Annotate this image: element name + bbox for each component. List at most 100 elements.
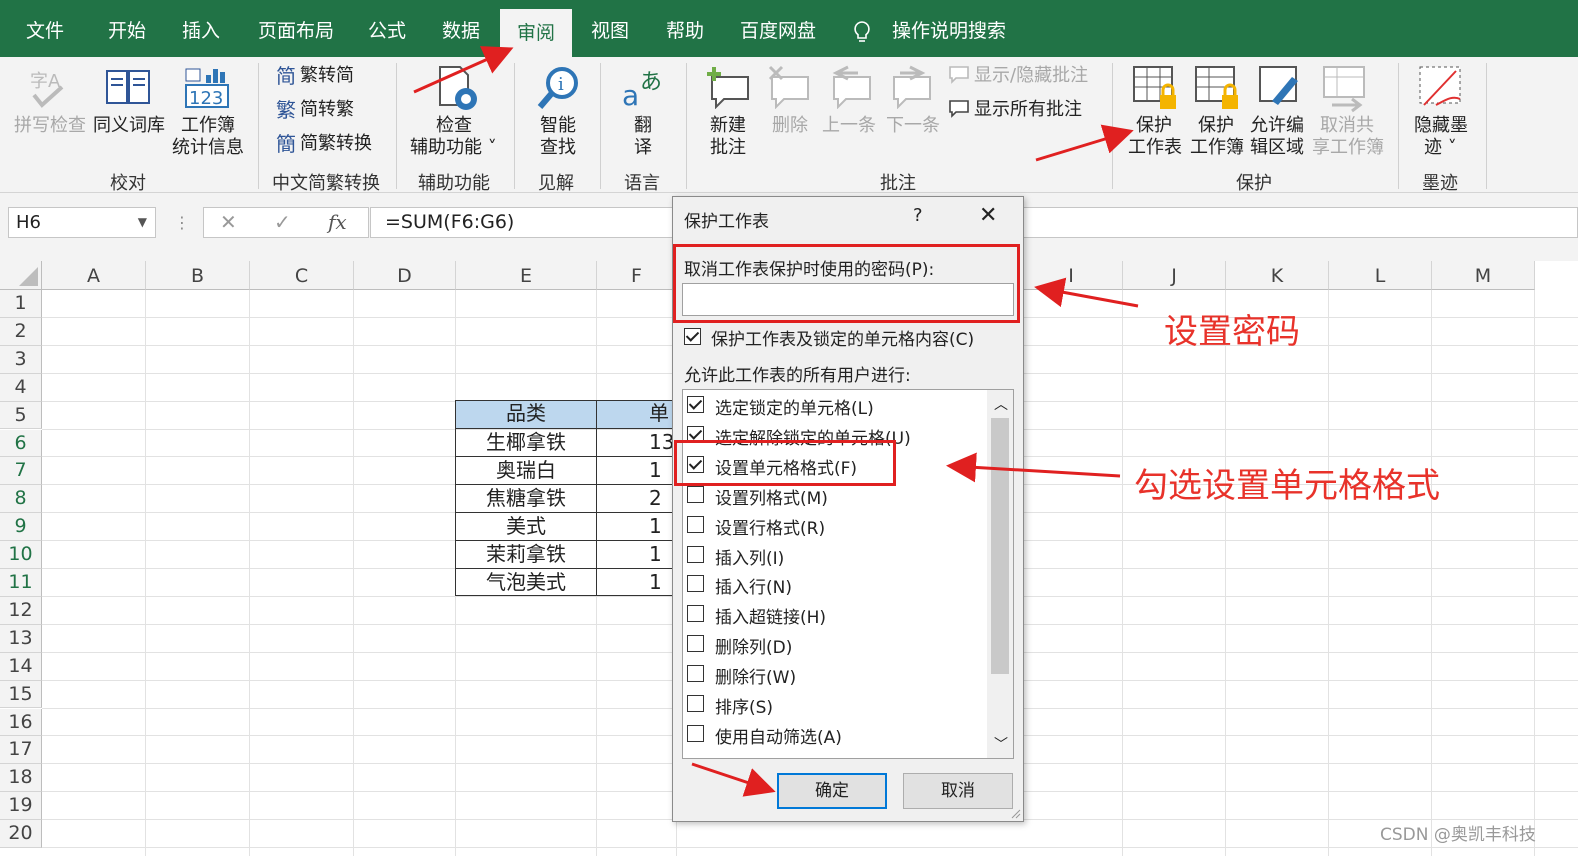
scrollbar-thumb[interactable] xyxy=(991,418,1009,674)
row-header[interactable]: 2 xyxy=(0,317,42,346)
row-header[interactable]: 1 xyxy=(0,290,42,318)
row-header[interactable]: 20 xyxy=(0,820,42,848)
tab-file[interactable]: 文件 xyxy=(22,0,68,57)
tab-formulas[interactable]: 公式 xyxy=(364,0,410,57)
show-all-comments-button[interactable]: 显示所有批注 xyxy=(974,99,1082,121)
permission-checkbox[interactable] xyxy=(687,396,704,413)
permission-checkbox[interactable] xyxy=(687,695,704,712)
tab-page-layout[interactable]: 页面布局 xyxy=(254,0,338,57)
row-header[interactable]: 15 xyxy=(0,680,42,709)
cancel-x-icon[interactable]: ✕ xyxy=(220,210,237,234)
protect-workbook-line1[interactable]: 保护 xyxy=(1198,115,1234,137)
resize-grip-icon[interactable] xyxy=(1011,809,1021,819)
row-header[interactable]: 5 xyxy=(0,401,42,430)
permission-item[interactable]: 插入列(I) xyxy=(685,542,985,570)
permission-checkbox[interactable] xyxy=(687,575,704,593)
check-accessibility-line1[interactable]: 检查 xyxy=(436,115,472,137)
workbook-statistics-line1[interactable]: 工作簿 xyxy=(181,115,235,137)
tab-help[interactable]: 帮助 xyxy=(662,0,708,57)
name-box[interactable]: H6 ▼ xyxy=(8,207,156,238)
row-header[interactable]: 13 xyxy=(0,624,42,653)
check-accessibility-line2[interactable]: 辅助功能 ˅ xyxy=(410,137,497,159)
tab-baidu-netdisk[interactable]: 百度网盘 xyxy=(736,0,820,57)
scroll-up-icon[interactable]: ︿ xyxy=(994,394,1008,414)
row-header[interactable]: 7 xyxy=(0,457,42,486)
permission-item[interactable]: 排序(S) xyxy=(685,691,985,719)
next-comment-button[interactable]: 下一条 xyxy=(886,115,940,137)
row-header[interactable]: 16 xyxy=(0,708,42,737)
hide-ink-line2[interactable]: 迹 ˅ xyxy=(1424,137,1457,159)
permission-item[interactable]: 插入超链接(H) xyxy=(685,601,985,629)
traditional-to-simplified-button[interactable]: 繁转简 xyxy=(300,65,354,87)
more-options-icon[interactable]: ⋮ xyxy=(174,213,190,232)
hide-ink-line1[interactable]: 隐藏墨 xyxy=(1414,115,1468,137)
permission-item[interactable]: 插入行(N) xyxy=(685,571,985,599)
column-header[interactable]: B xyxy=(146,261,250,290)
simplified-to-traditional-button[interactable]: 简转繁 xyxy=(300,99,354,121)
chinese-conversion-button[interactable]: 简繁转换 xyxy=(300,133,372,155)
row-header[interactable]: 8 xyxy=(0,485,42,514)
new-comment-line1[interactable]: 新建 xyxy=(710,115,746,137)
column-header[interactable]: J xyxy=(1123,261,1226,290)
permission-item[interactable]: 删除行(W) xyxy=(685,661,985,689)
column-header[interactable]: I xyxy=(1020,261,1123,290)
previous-comment-button[interactable]: 上一条 xyxy=(822,115,876,137)
row-header[interactable]: 19 xyxy=(0,792,42,821)
protect-sheet-line2[interactable]: 工作表 xyxy=(1128,137,1182,159)
row-header[interactable]: 3 xyxy=(0,345,42,374)
column-header[interactable]: A xyxy=(42,261,146,290)
thesaurus-button[interactable]: 同义词库 xyxy=(93,115,165,137)
row-header[interactable]: 9 xyxy=(0,513,42,542)
enter-check-icon[interactable]: ✓ xyxy=(274,210,291,234)
permission-checkbox[interactable] xyxy=(687,665,704,683)
column-header[interactable]: E xyxy=(456,261,597,290)
allow-edit-ranges-line1[interactable]: 允许编 xyxy=(1250,115,1304,137)
row-header[interactable]: 12 xyxy=(0,596,42,625)
smart-lookup-line1[interactable]: 智能 xyxy=(540,115,576,137)
translate-line1[interactable]: 翻 xyxy=(634,115,652,137)
insert-function-icon[interactable]: fx xyxy=(328,210,347,234)
tab-view[interactable]: 视图 xyxy=(587,0,633,57)
tab-home[interactable]: 开始 xyxy=(104,0,150,57)
ok-button[interactable]: 确定 xyxy=(777,773,887,809)
row-header[interactable]: 10 xyxy=(0,541,42,569)
unshare-workbook-line1[interactable]: 取消共 xyxy=(1320,115,1374,137)
row-header[interactable]: 17 xyxy=(0,736,42,765)
permission-item[interactable]: 删除列(D) xyxy=(685,631,985,659)
column-header[interactable]: M xyxy=(1432,261,1535,290)
column-header[interactable]: C xyxy=(250,261,354,290)
permission-item[interactable]: 选定锁定的单元格(L) xyxy=(685,392,985,420)
permission-checkbox[interactable] xyxy=(687,724,704,742)
permission-checkbox[interactable] xyxy=(687,605,704,623)
tab-data[interactable]: 数据 xyxy=(438,0,484,57)
permission-checkbox[interactable] xyxy=(687,545,704,563)
permission-item[interactable]: 使用自动筛选(A) xyxy=(685,721,985,749)
cancel-button[interactable]: 取消 xyxy=(903,773,1013,809)
column-header[interactable]: K xyxy=(1226,261,1329,290)
select-all-button[interactable] xyxy=(0,261,42,290)
row-header[interactable]: 6 xyxy=(0,429,42,458)
scroll-down-icon[interactable]: ﹀ xyxy=(994,734,1008,754)
row-header[interactable]: 18 xyxy=(0,764,42,793)
permission-checkbox[interactable] xyxy=(687,485,704,503)
row-header[interactable]: 4 xyxy=(0,373,42,402)
delete-comment-button[interactable]: 删除 xyxy=(772,115,808,137)
show-hide-comment-button[interactable]: 显示/隐藏批注 xyxy=(974,65,1088,87)
row-header[interactable]: 11 xyxy=(0,569,42,597)
scrollbar[interactable]: ︿ ﹀ xyxy=(987,390,1013,758)
tab-insert[interactable]: 插入 xyxy=(178,0,224,57)
permission-item[interactable]: 设置行格式(R) xyxy=(685,512,985,540)
help-button[interactable]: ? xyxy=(913,205,923,226)
tell-me-search[interactable]: 操作说明搜索 xyxy=(888,0,1010,57)
permission-checkbox[interactable] xyxy=(687,635,704,653)
spell-check-button[interactable]: 拼写检查 xyxy=(14,115,86,137)
column-header[interactable]: L xyxy=(1329,261,1432,290)
column-header[interactable]: F xyxy=(597,261,677,290)
chevron-down-icon[interactable]: ▼ xyxy=(138,208,147,237)
close-icon[interactable]: ✕ xyxy=(979,203,997,228)
protect-sheet-line1[interactable]: 保护 xyxy=(1136,115,1172,137)
permission-checkbox[interactable] xyxy=(687,515,704,533)
row-header[interactable]: 14 xyxy=(0,652,42,681)
protect-contents-checkbox[interactable] xyxy=(684,328,701,345)
column-header[interactable]: D xyxy=(354,261,456,290)
